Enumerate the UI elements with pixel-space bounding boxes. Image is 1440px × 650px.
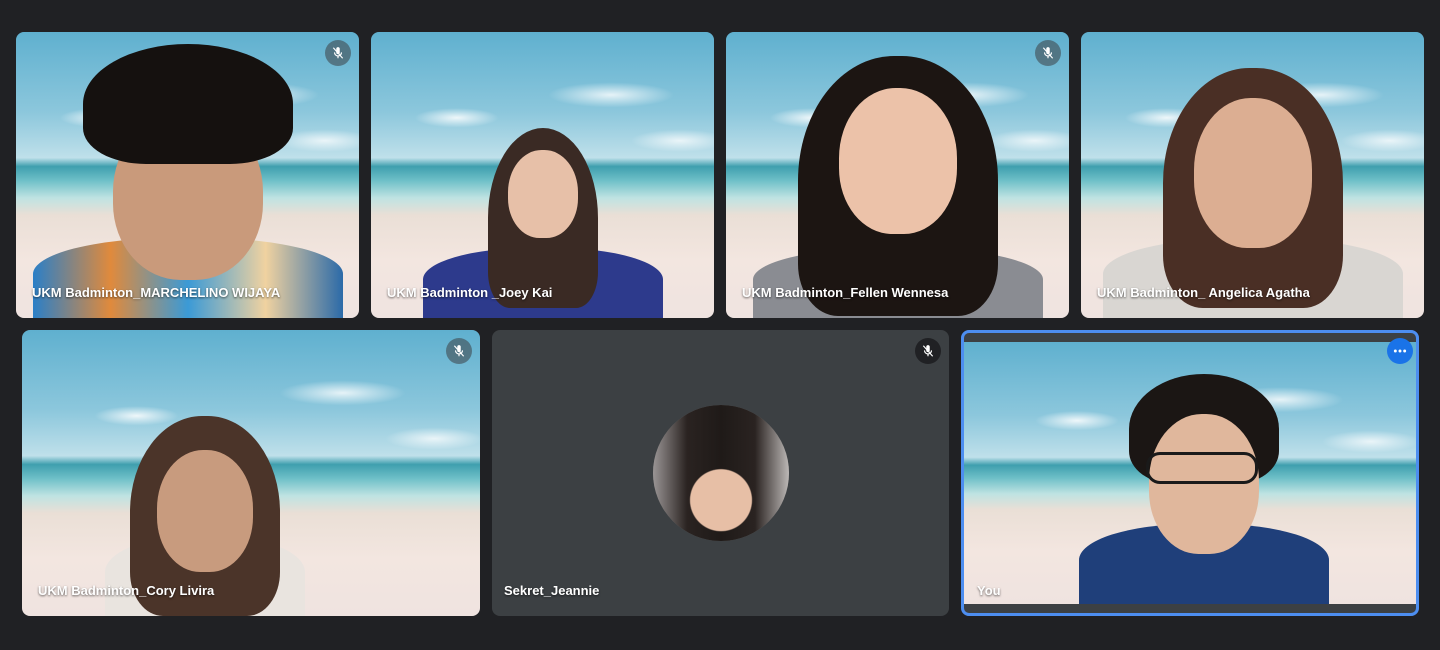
participant-tile[interactable]: UKM Badminton _Joey Kai (371, 32, 714, 318)
self-view-tile[interactable]: You (961, 330, 1419, 616)
mic-off-icon (915, 338, 941, 364)
participant-name: UKM Badminton_ Angelica Agatha (1097, 285, 1310, 300)
participant-tile[interactable]: UKM Badminton_ Angelica Agatha (1081, 32, 1424, 318)
participant-name: UKM Badminton _Joey Kai (387, 285, 553, 300)
participant-video (1102, 68, 1403, 318)
participant-name: UKM Badminton_Cory Livira (38, 583, 215, 598)
avatar (652, 405, 789, 541)
more-options-icon (1393, 349, 1407, 353)
mic-off-icon (1035, 40, 1061, 66)
participant-name: Sekret_Jeannie (504, 583, 600, 598)
participant-video (748, 56, 1048, 318)
participant-tile[interactable]: UKM Badminton_Cory Livira (22, 330, 480, 616)
participant-name: UKM Badminton_Fellen Wennesa (742, 285, 949, 300)
participant-tile[interactable]: Sekret_Jeannie (492, 330, 949, 616)
mic-off-icon (325, 40, 351, 66)
participant-video (32, 32, 343, 318)
video-feed (964, 342, 1416, 604)
participant-tile[interactable]: UKM Badminton_MARCHELINO WIJAYA (16, 32, 359, 318)
more-options-button[interactable] (1387, 338, 1413, 364)
participant-name: You (977, 583, 1001, 598)
participant-tile[interactable]: UKM Badminton_Fellen Wennesa (726, 32, 1069, 318)
mic-off-icon (446, 338, 472, 364)
participant-name: UKM Badminton_MARCHELINO WIJAYA (32, 285, 281, 300)
